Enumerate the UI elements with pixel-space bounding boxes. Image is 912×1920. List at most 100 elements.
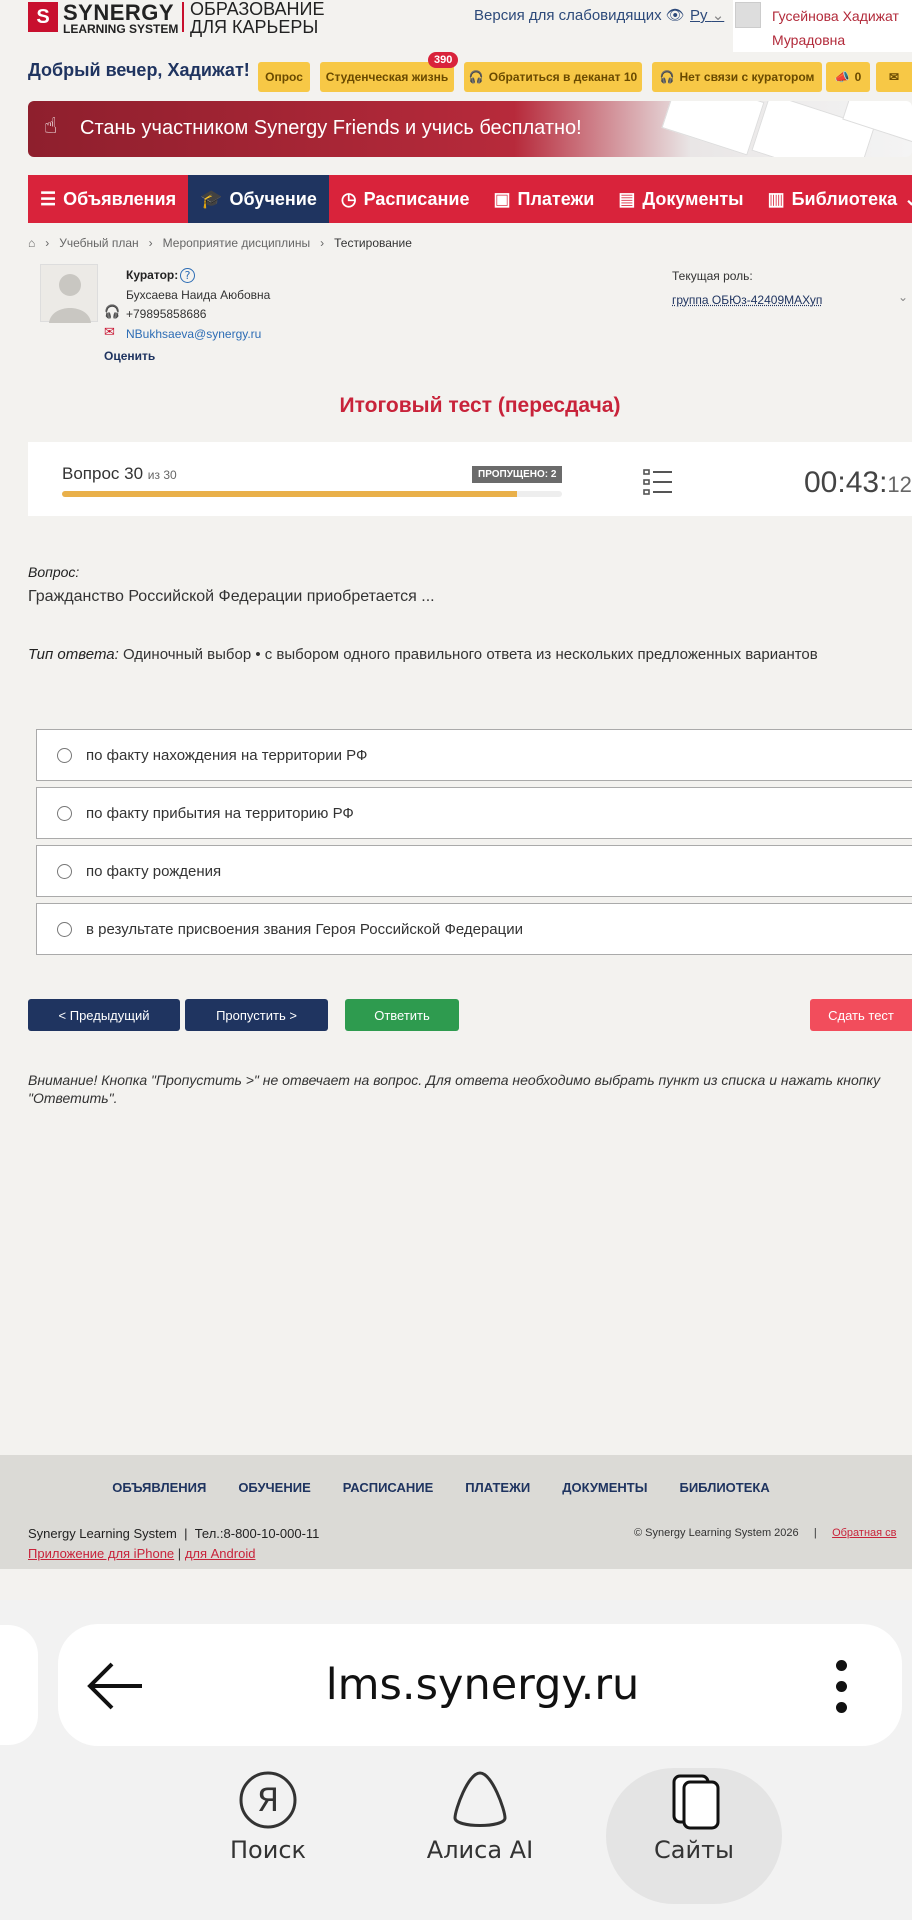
answer-button[interactable]: Ответить <box>345 999 459 1031</box>
logo-tagline: ОБРАЗОВАНИЕ ДЛЯ КАРЬЕРЫ <box>190 0 325 37</box>
person-placeholder-icon <box>49 274 91 323</box>
skipped-badge: ПРОПУЩЕНО: 2 <box>472 466 563 483</box>
curator-name: Бухсаева Наида Аюбовна <box>126 288 271 302</box>
question-text: Гражданство Российской Федерации приобре… <box>28 588 435 605</box>
footer-link-payments[interactable]: ПЛАТЕЖИ <box>465 1480 530 1495</box>
feedback-link[interactable]: Обратная св <box>832 1527 896 1539</box>
mail-icon: ✉ <box>104 325 115 340</box>
mail-button[interactable]: ✉ <box>876 62 912 92</box>
footer-link-documents[interactable]: ДОКУМЕНТЫ <box>562 1480 647 1495</box>
answer-option[interactable]: по факту прибытия на территорию РФ <box>36 787 912 839</box>
radio-button[interactable] <box>57 747 72 763</box>
nav-item-payments[interactable]: ▣ Платежи <box>482 175 607 223</box>
bottom-nav-alice[interactable]: Алиса AI <box>390 1770 570 1864</box>
logo-divider <box>182 2 184 32</box>
page-title: Итоговый тест (пересдача) <box>339 394 621 417</box>
chevron-down-icon: ⌄ <box>904 188 912 209</box>
nav-item-announcements[interactable]: ☰ Объявления <box>28 175 188 223</box>
notification-badge: 390 <box>428 52 459 68</box>
answer-type: Тип ответа: Одиночный выбор • с выбором … <box>28 646 818 663</box>
survey-button[interactable]: Опрос <box>258 62 310 92</box>
footer-link-announcements[interactable]: ОБЪЯВЛЕНИЯ <box>112 1480 206 1495</box>
footer-company: Synergy Learning System | Тел.:8-800-10-… <box>28 1526 320 1541</box>
eye-icon: 👁 <box>665 7 685 24</box>
chevron-down-icon: ⌄ <box>711 7 725 24</box>
yandex-icon: Я <box>239 1771 297 1829</box>
book-icon: ▥ <box>767 188 785 209</box>
list-icon: ☰ <box>40 188 57 209</box>
android-app-link[interactable]: для Android <box>185 1546 256 1561</box>
svg-text:Я: Я <box>257 1781 279 1819</box>
footer-link-learning[interactable]: ОБУЧЕНИЕ <box>238 1480 310 1495</box>
more-menu-icon[interactable] <box>836 1660 848 1714</box>
breadcrumb-item[interactable]: Мероприятие дисциплины <box>163 236 310 250</box>
synergy-logo-mark[interactable]: S <box>28 2 58 32</box>
chevron-right-icon: › <box>45 236 50 250</box>
contact-dean-button[interactable]: 🎧 Обратиться в деканат 10 <box>464 62 642 92</box>
url-text[interactable]: lms.synergy.ru <box>0 1660 912 1710</box>
nav-item-schedule[interactable]: ◷ Расписание <box>329 175 482 223</box>
footer-nav: ОБЪЯВЛЕНИЯ ОБУЧЕНИЕ РАСПИСАНИЕ ПЛАТЕЖИ Д… <box>0 1480 912 1495</box>
role-select[interactable]: группа ОБЮз-42409МАХуп <box>672 293 822 307</box>
breadcrumb-current: Тестирование <box>334 236 412 250</box>
nav-item-library[interactable]: ▥ Библиотека ⌄ <box>756 175 912 223</box>
nav-item-documents[interactable]: ▤ Документы <box>606 175 755 223</box>
radio-button[interactable] <box>57 805 72 821</box>
iphone-app-link[interactable]: Приложение для iPhone <box>28 1546 174 1561</box>
bottom-nav-search[interactable]: Я Поиск <box>178 1770 358 1864</box>
logo-subtext: LEARNING SYSTEM <box>63 22 179 36</box>
alice-icon <box>453 1771 507 1827</box>
footer-link-schedule[interactable]: РАСПИСАНИЕ <box>343 1480 434 1495</box>
curator-phone[interactable]: +79895858686 <box>126 307 206 321</box>
curator-avatar <box>40 264 98 323</box>
hand-pointer-icon: ☝ <box>44 114 58 139</box>
chevron-right-icon: › <box>320 236 325 250</box>
main-nav: ☰ Объявления 🎓 Обучение ◷ Расписание ▣ Плате… <box>28 175 912 223</box>
previous-button[interactable]: < Предыдущий <box>28 999 180 1031</box>
tabs-icon <box>672 1774 720 1830</box>
answer-option[interactable]: по факту рождения <box>36 845 912 897</box>
footer-link-library[interactable]: БИБЛИОТЕКА <box>679 1480 769 1495</box>
money-icon: ▣ <box>493 188 511 209</box>
answer-option[interactable]: в результате присвоения звания Героя Рос… <box>36 903 912 955</box>
language-select[interactable]: Ру ⌄ <box>690 6 724 24</box>
answer-option[interactable]: по факту нахождения на территории РФ <box>36 729 912 781</box>
no-curator-contact-button[interactable]: 🎧 Нет связи с куратором <box>652 62 822 92</box>
curator-label: Куратор: <box>126 268 179 282</box>
radio-button[interactable] <box>57 921 72 937</box>
help-icon[interactable]: ? <box>180 268 195 283</box>
banner-text: Стань участником Synergy Friends и учись… <box>80 117 582 139</box>
progress-fill <box>62 491 517 497</box>
headset-icon: 🎧 <box>468 70 484 84</box>
clock-icon: ◷ <box>340 188 357 209</box>
role-label: Текущая роль: <box>672 269 753 283</box>
question-list-icon[interactable] <box>643 468 673 496</box>
footer-copyright: © Synergy Learning System 2026 | Обратна… <box>634 1527 897 1539</box>
headset-icon: 🎧 <box>659 70 675 84</box>
megaphone-icon: 📣 <box>834 70 850 84</box>
submit-test-button[interactable]: Сдать тест <box>810 999 912 1031</box>
visually-impaired-link[interactable]: Версия для слабовидящих 👁 <box>474 6 685 24</box>
headset-icon: 🎧 <box>104 305 121 320</box>
question-counter: Вопрос 30 из 30 <box>62 464 177 483</box>
skip-button[interactable]: Пропустить > <box>185 999 328 1031</box>
footer-apps: Приложение для iPhone | для Android <box>28 1546 256 1561</box>
warning-note: Внимание! Кнопка "Пропустить >" не отвеч… <box>28 1072 881 1106</box>
breadcrumb: ⌂ › Учебный план › Мероприятие дисциплин… <box>28 236 412 250</box>
timer: 00:43:12 <box>804 466 912 499</box>
chevron-down-icon[interactable]: ⌄ <box>898 290 908 304</box>
nav-item-learning[interactable]: 🎓 Обучение <box>188 175 329 223</box>
bottom-nav-sites[interactable]: Сайты <box>604 1770 784 1864</box>
breadcrumb-item[interactable]: Учебный план <box>59 236 138 250</box>
megaphone-button[interactable]: 📣 0 <box>826 62 870 92</box>
question-label: Вопрос: <box>28 564 80 580</box>
graduation-cap-icon: 🎓 <box>200 188 223 209</box>
greeting: Добрый вечер, Хадижат! <box>28 60 250 80</box>
radio-button[interactable] <box>57 863 72 879</box>
avatar[interactable] <box>735 2 761 28</box>
curator-email[interactable]: NBukhsaeva@synergy.ru <box>126 327 261 341</box>
user-name[interactable]: Гусейнова Хадижат Мурадовна <box>772 4 912 52</box>
home-icon[interactable]: ⌂ <box>28 236 35 250</box>
banner-card-decoration <box>661 101 765 156</box>
rate-curator-link[interactable]: Оценить <box>104 349 155 363</box>
